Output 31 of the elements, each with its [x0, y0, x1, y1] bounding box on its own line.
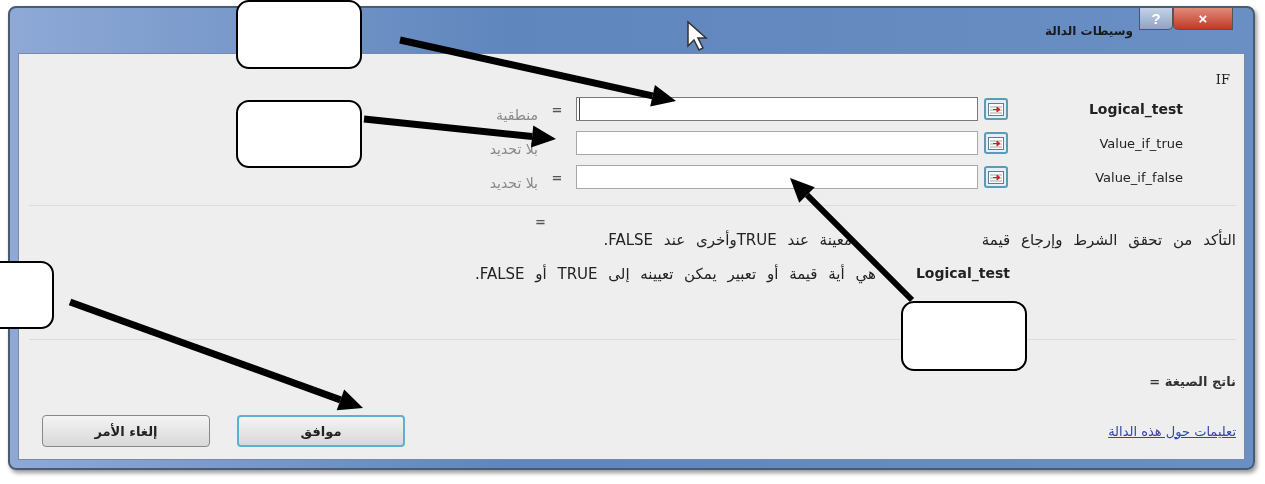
close-button[interactable]: ×	[1173, 8, 1233, 30]
equals-sign: =	[550, 101, 564, 117]
argument-result: منطقية	[494, 107, 538, 123]
function-name: IF	[1215, 72, 1230, 87]
equals-sign: =	[550, 169, 564, 185]
argument-field[interactable]	[576, 97, 978, 121]
window-title: وسيطات الدالة	[1044, 24, 1133, 38]
argument-name: Logical_test	[915, 265, 1010, 283]
argument-result: بلا تحديد	[488, 175, 538, 191]
range-select-button[interactable]	[984, 98, 1008, 120]
help-link[interactable]: تعليمات حول هذه الدالة	[1108, 423, 1236, 439]
range-select-icon	[988, 136, 1004, 150]
range-select-button[interactable]	[984, 132, 1008, 154]
argument-field[interactable]	[576, 165, 978, 189]
function-description: التأكد من تحقق الشرط وإرجاع قيمة	[980, 231, 1236, 249]
argument-label: Value_if_false	[1094, 169, 1183, 185]
range-select-icon	[988, 102, 1004, 116]
cancel-button[interactable]: إلغاء الأمر	[42, 415, 210, 447]
argument-result: بلا تحديد	[488, 141, 538, 157]
argument-description: هي أية قيمة أو تعبير يمكن تعيينه إلى TRUE أو FALSE.	[474, 265, 876, 283]
range-select-button[interactable]	[984, 166, 1008, 188]
range-select-icon	[988, 170, 1004, 184]
function-description: معينة عند TRUEوأخرى عند FALSE.	[603, 231, 852, 249]
callout-box	[0, 261, 54, 329]
argument-label: Logical_test	[1087, 101, 1183, 117]
function-result: =	[535, 214, 546, 229]
argument-field[interactable]	[576, 131, 978, 155]
ok-button[interactable]: موافق	[237, 415, 405, 447]
cursor-icon	[687, 20, 708, 51]
formula-result: ناتج الصيغة =	[1149, 374, 1236, 389]
argument-label: Value_if_true	[1098, 135, 1183, 151]
